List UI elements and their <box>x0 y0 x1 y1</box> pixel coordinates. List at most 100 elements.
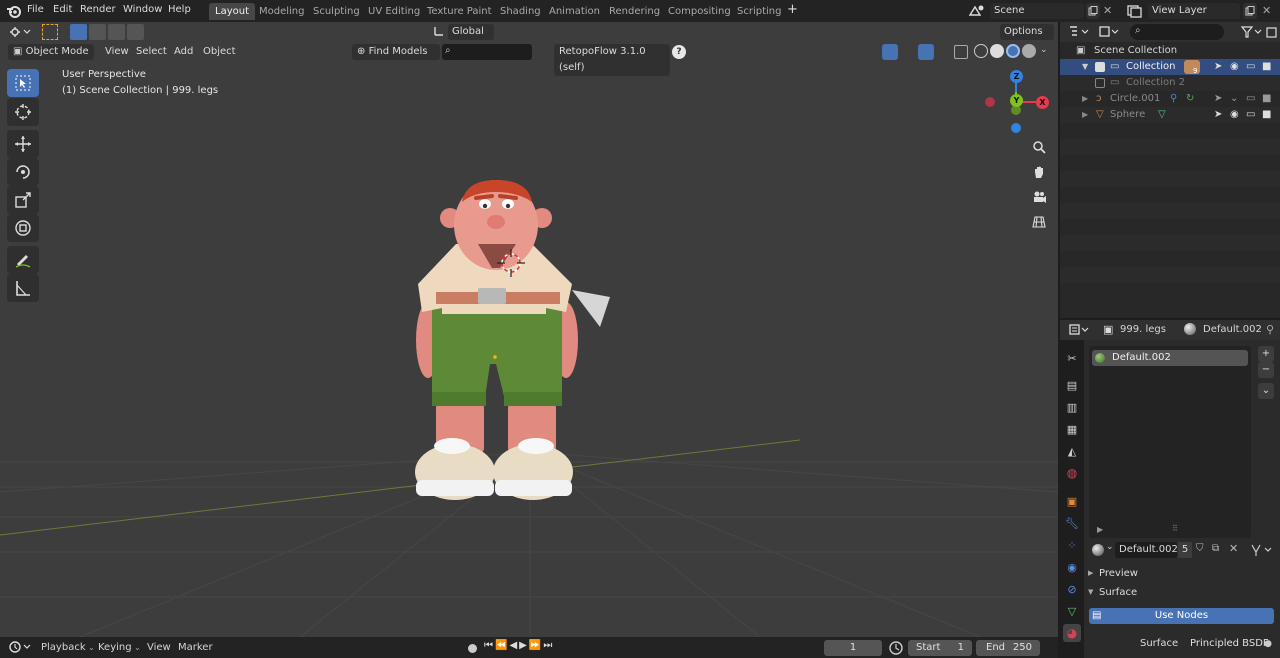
tool-tab-icon[interactable]: ✂ <box>1063 349 1081 367</box>
xray-icon[interactable] <box>954 45 968 59</box>
constraints-tab-icon[interactable]: ⊘ <box>1063 580 1081 598</box>
properties-editor-icon[interactable] <box>1068 323 1090 337</box>
expand-arrow-icon[interactable]: ▼ <box>1082 59 1088 75</box>
timeline-menu-keying[interactable]: Keying ⌄ <box>98 642 141 653</box>
cursor-tool[interactable] <box>7 98 39 126</box>
object-tab-icon[interactable]: ▣ <box>1063 492 1081 510</box>
material-slot-list[interactable] <box>1089 346 1251 538</box>
jump-start-icon[interactable]: ⏮ <box>484 640 493 656</box>
play-icon[interactable]: ▶ <box>519 640 527 656</box>
menu-view[interactable]: View <box>100 44 134 60</box>
visibility-icon[interactable] <box>854 44 878 60</box>
tab-scripting[interactable]: Scripting <box>731 3 787 20</box>
select-arrow-icon[interactable]: ➤ <box>1214 91 1222 107</box>
help-icon[interactable]: ? <box>672 45 686 59</box>
timeline-menu-view[interactable]: View <box>147 642 171 653</box>
gizmo-y-axis[interactable]: Y <box>1010 94 1023 107</box>
physics-tab-icon[interactable]: ◉ <box>1063 558 1081 576</box>
shading-dropdown-icon[interactable]: ⌄ <box>1040 45 1048 55</box>
expand-arrow-icon[interactable]: ▶ <box>1082 91 1088 107</box>
remove-view-layer-icon[interactable]: ✕ <box>1262 4 1276 18</box>
view-layer-field[interactable]: View Layer <box>1148 3 1240 19</box>
menu-select[interactable]: Select <box>131 44 172 60</box>
jump-keyframe-forward-icon[interactable]: ⏩ <box>529 640 541 656</box>
remove-scene-icon[interactable]: ✕ <box>1103 4 1117 18</box>
include-checkbox[interactable] <box>1095 62 1105 72</box>
start-frame-field[interactable]: Start 1 <box>908 640 972 656</box>
record-button[interactable] <box>464 640 480 656</box>
annotate-tool[interactable] <box>7 246 39 274</box>
outliner-editor-icon[interactable] <box>1068 25 1090 39</box>
timeline-menu-playback[interactable]: Playback ⌄ <box>41 642 95 653</box>
surface-shader-field[interactable]: Principled BSDF ● <box>1186 636 1276 652</box>
scene-tab-icon[interactable]: ◭ <box>1063 442 1081 460</box>
rendered-shading-icon[interactable] <box>1022 44 1036 58</box>
viewport-display-icon[interactable]: ▭ <box>1246 107 1255 123</box>
material-browse-icon[interactable]: ⌄ <box>1090 542 1114 558</box>
timeline-editor-icon[interactable] <box>8 640 32 655</box>
outliner-row-circle-001[interactable]: ▶ ↄ Circle.001 ⚲ ↻ ➤ ⌄ ▭ ■ <box>1060 91 1280 107</box>
modifier-tab-icon[interactable]: 🔧︎ <box>1063 514 1081 532</box>
camera-view-icon[interactable] <box>1027 186 1051 208</box>
transform-tool[interactable] <box>7 214 39 242</box>
remove-slot-button[interactable]: − <box>1258 362 1274 378</box>
tab-rendering[interactable]: Rendering <box>603 3 666 20</box>
particles-tab-icon[interactable]: ⁘ <box>1063 536 1081 554</box>
wireframe-shading-icon[interactable] <box>974 44 988 58</box>
tab-uv-editing[interactable]: UV Editing <box>362 3 426 20</box>
tab-sculpting[interactable]: Sculpting <box>307 3 366 20</box>
list-expand-icon[interactable]: ▶ <box>1097 525 1103 534</box>
select-box-mode-icon[interactable] <box>42 24 58 40</box>
find-models-dropdown[interactable]: ⊕ Find Models <box>352 44 440 60</box>
retopoflow-dropdown[interactable]: RetopoFlow 3.1.0 (self) <box>554 44 670 76</box>
blender-logo-icon[interactable] <box>6 3 22 19</box>
end-frame-field[interactable]: End 250 <box>976 640 1040 656</box>
shading-modes[interactable] <box>974 44 1036 60</box>
material-tab-icon[interactable]: ◕ <box>1063 624 1081 642</box>
display-mode-icon[interactable] <box>1098 25 1120 39</box>
play-reverse-icon[interactable]: ◀ <box>509 640 517 656</box>
3d-viewport[interactable] <box>0 22 1058 637</box>
tab-texture-paint[interactable]: Texture Paint <box>421 3 498 20</box>
render-camera-icon[interactable]: ■ <box>1262 91 1271 107</box>
selection-mode-icons[interactable] <box>70 24 146 40</box>
pivot-point-icon[interactable] <box>498 24 522 40</box>
menu-edit[interactable]: Edit <box>53 4 72 15</box>
menu-object[interactable]: Object <box>198 44 241 60</box>
viewport-display-icon[interactable]: ▭ <box>1246 59 1255 75</box>
render-tab-icon[interactable]: ▤ <box>1063 376 1081 394</box>
find-models-search[interactable]: ⌕ <box>442 44 532 60</box>
viewport-display-icon[interactable]: ▭ <box>1246 91 1255 107</box>
filter-icon[interactable] <box>1240 25 1262 39</box>
menu-window[interactable]: Window <box>123 4 162 15</box>
include-checkbox[interactable] <box>1095 78 1105 88</box>
options-dropdown[interactable]: Options <box>1000 24 1054 40</box>
overlay-toggle-icon[interactable] <box>918 44 934 60</box>
new-collection-icon[interactable] <box>1266 25 1278 39</box>
timeline-menu-marker[interactable]: Marker <box>178 642 213 653</box>
outliner-row-scene-collection[interactable]: ▣ Scene Collection <box>1060 43 1280 59</box>
editor-type-icon[interactable] <box>8 25 32 40</box>
output-tab-icon[interactable]: ▥ <box>1063 398 1081 416</box>
tab-compositing[interactable]: Compositing <box>662 3 737 20</box>
material-shading-icon[interactable] <box>1006 44 1020 58</box>
outliner-row-sphere[interactable]: ▶ ▽ Sphere ▽ ➤ ◉ ▭ ■ <box>1060 107 1280 123</box>
perspective-grid-icon[interactable] <box>1027 211 1051 233</box>
menu-add[interactable]: Add <box>169 44 198 60</box>
snapping-icon[interactable] <box>526 24 542 40</box>
add-slot-button[interactable]: + <box>1258 346 1274 362</box>
material-name-field[interactable]: Default.002 <box>1115 542 1178 558</box>
select-arrow-icon[interactable]: ➤ <box>1214 59 1222 75</box>
duplicate-material-icon[interactable]: ⧉ <box>1212 543 1219 554</box>
jump-end-icon[interactable]: ⏭ <box>543 640 552 656</box>
menu-render[interactable]: Render <box>80 4 116 15</box>
measure-tool[interactable] <box>7 274 39 302</box>
move-tool[interactable] <box>7 130 39 158</box>
falloff-icon[interactable] <box>591 24 615 40</box>
outliner-row-collection-2[interactable]: ▭ Collection 2 <box>1060 75 1280 91</box>
visibility-eye-icon[interactable]: ⌄ <box>1230 91 1238 107</box>
fake-user-shield-icon[interactable]: ⛉ <box>1196 543 1204 554</box>
gizmo-z-axis[interactable]: Z <box>1010 70 1023 83</box>
new-scene-icon[interactable] <box>1086 3 1100 19</box>
tab-animation[interactable]: Animation <box>543 3 606 20</box>
